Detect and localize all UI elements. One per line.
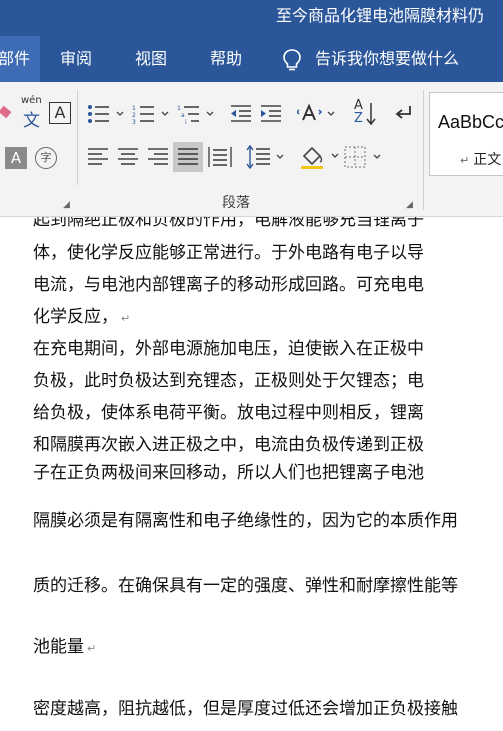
character-border-button[interactable]: A (49, 102, 71, 124)
phonetic-guide-char: 文 (23, 111, 40, 131)
numbering-icon[interactable]: 1 2 3 (132, 104, 170, 124)
paragraph-dialog-launcher-icon[interactable]: ◢ (406, 200, 413, 210)
align-left-icon[interactable] (87, 146, 109, 168)
tab-parts[interactable]: 部件 (0, 36, 40, 82)
paragraph-mark: ↵ (121, 312, 131, 325)
character-shading-button[interactable]: A (5, 147, 27, 169)
shading-fill-icon[interactable] (299, 144, 341, 170)
window-title: 至今商品化锂电池隔膜材料仍 (276, 6, 485, 25)
ribbon-panel: wén 文 A A 字 1 2 3 1 a i A Z AaBbCcI ↵ 正文… (0, 82, 503, 217)
doc-line: 给负极，使体系电荷平衡。放电过程中则相反，锂离 (33, 403, 424, 423)
style-preview: AaBbCcI (438, 112, 503, 132)
lightbulb-icon (283, 49, 301, 71)
align-center-icon[interactable] (117, 146, 139, 168)
doc-line: 电流，与电池内部锂离子的移动形成回路。可充电电 (33, 275, 424, 295)
doc-line: 质的迁移。在确保具有一定的强度、弹性和耐摩擦性能等 (33, 576, 458, 596)
enclose-characters-button[interactable]: 字 (35, 147, 57, 169)
ribbon-separator (77, 90, 78, 185)
line-spacing-icon[interactable] (246, 145, 286, 169)
tab-help[interactable]: 帮助 (210, 36, 242, 82)
doc-line: 子在正负两极间来回移动，所以人们也把锂离子电池 (33, 463, 424, 483)
ribbon-separator (423, 90, 424, 210)
svg-text:2: 2 (132, 112, 136, 119)
distributed-align-icon[interactable] (208, 146, 232, 168)
doc-line: 负极，此时负极达到充锂态，正极则处于欠锂态；电 (33, 371, 424, 391)
justify-icon (178, 148, 198, 165)
doc-line-text: 池能量 (33, 637, 84, 657)
doc-line: 和隔膜再次嵌入进正极之中，电流由负极传递到正极 (33, 435, 424, 455)
title-bar: 至今商品化锂电池隔膜材料仍 (0, 0, 503, 36)
bullets-icon[interactable] (87, 104, 125, 124)
svg-text:1: 1 (177, 105, 181, 112)
text-direction-icon[interactable] (297, 102, 337, 126)
document-page[interactable]: 起到隔绝正极和负极的作用，电解液能够充当锂离子 体，使化学反应能够正常进行。于外… (0, 217, 503, 731)
sort-arrow-icon (366, 103, 376, 126)
multilevel-list-icon[interactable]: 1 a i (177, 104, 215, 124)
increase-indent-icon[interactable] (259, 104, 283, 124)
decrease-indent-icon[interactable] (229, 104, 253, 124)
doc-line: 体，使化学反应能够正常进行。于外电路有电子以导 (33, 243, 424, 263)
group-label-paragraph: 段落 (222, 195, 250, 211)
doc-line-text: 化学反应， (33, 307, 118, 327)
style-name-label: 正文 (473, 152, 502, 168)
phonetic-guide-button[interactable]: wén 文 (20, 95, 44, 131)
sort-button[interactable]: A Z (352, 98, 380, 128)
paragraph-mark: ↵ (460, 154, 470, 167)
clear-formatting-icon[interactable] (0, 104, 14, 124)
svg-text:1: 1 (132, 105, 136, 112)
justify-button[interactable] (173, 142, 203, 172)
styles-gallery-normal[interactable]: AaBbCcI ↵ 正文 (429, 92, 503, 176)
doc-line: 起到隔绝正极和负极的作用，电解液能够充当锂离子 (33, 217, 424, 230)
svg-text:a: a (181, 112, 185, 119)
paragraph-mark: ↵ (87, 642, 97, 655)
doc-line: 化学反应， ↵ (33, 302, 130, 327)
tab-view[interactable]: 视图 (135, 36, 167, 82)
svg-text:3: 3 (132, 119, 136, 124)
svg-text:i: i (185, 119, 187, 124)
doc-line: 在充电期间，外部电源施加电压，迫使嵌入在正极中 (33, 339, 424, 359)
style-name-normal: ↵ 正文 (460, 149, 501, 169)
phonetic-guide-pinyin: wén (21, 95, 42, 106)
font-dialog-launcher-icon[interactable]: ◢ (63, 200, 70, 210)
doc-line: 密度越高，阻抗越低，但是厚度过低还会增加正负极接触 (33, 699, 458, 719)
align-right-icon[interactable] (147, 146, 169, 168)
sort-label-z: Z (354, 111, 363, 126)
doc-line: 隔膜必须是有隔离性和电子绝缘性的，因为它的本质作用 (33, 511, 458, 531)
tab-review[interactable]: 审阅 (60, 36, 92, 82)
tell-me-label: 告诉我你想要做什么 (315, 49, 460, 68)
ribbon-tabs: 部件 审阅 视图 帮助 告诉我你想要做什么 (0, 36, 503, 82)
borders-icon[interactable] (344, 146, 384, 168)
doc-line: 池能量 ↵ (33, 632, 96, 657)
show-formatting-marks-icon[interactable] (392, 104, 416, 124)
